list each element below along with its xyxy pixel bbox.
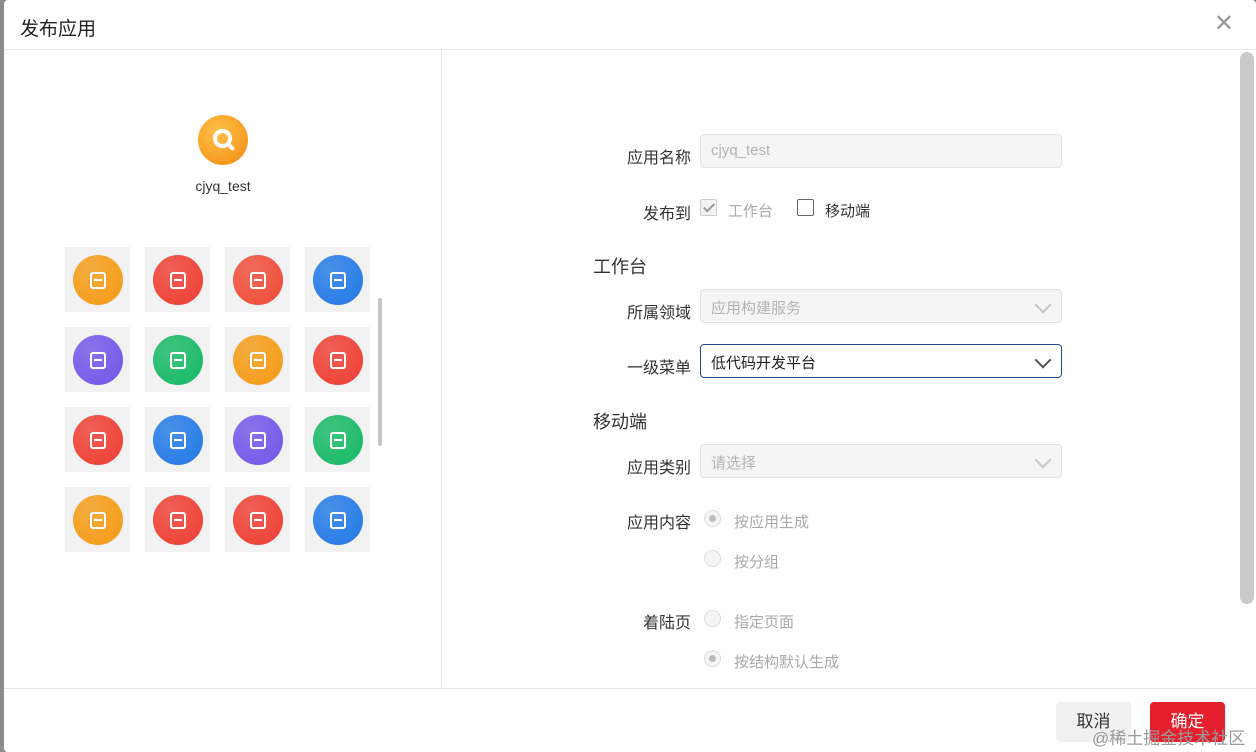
app-icon-option <box>233 255 283 305</box>
landing-option-page: 指定页面 <box>734 614 795 631</box>
app-icon-option <box>73 415 123 465</box>
app-icon-option <box>73 255 123 305</box>
document-icon <box>170 272 186 289</box>
document-icon <box>90 352 106 369</box>
icon-tile[interactable] <box>145 247 210 312</box>
app-icon-option <box>313 495 363 545</box>
content-radio-by-app[interactable] <box>704 510 721 527</box>
watermark: @稀土掘金技术社区 <box>1092 729 1246 748</box>
dialog-scrollbar[interactable] <box>1240 52 1254 604</box>
icon-tile[interactable] <box>305 327 370 392</box>
document-icon <box>250 352 266 369</box>
document-icon <box>330 512 346 529</box>
document-icon <box>250 512 266 529</box>
icon-tile[interactable] <box>225 247 290 312</box>
app-icon <box>198 115 248 165</box>
icon-panel: cjyq_test <box>4 50 442 688</box>
document-icon <box>170 432 186 449</box>
app-icon-option <box>313 255 363 305</box>
document-icon <box>250 272 266 289</box>
icon-tile[interactable] <box>65 247 130 312</box>
chevron-down-icon <box>1034 351 1052 369</box>
dialog-footer: 取消 确定 <box>4 688 1256 752</box>
icon-tile[interactable] <box>305 487 370 552</box>
form-panel: 应用名称 cjyq_test 发布到 工作台 移动端 工作台 所属领域 应用构建… <box>443 50 1238 688</box>
document-icon <box>170 352 186 369</box>
document-icon <box>170 512 186 529</box>
category-select[interactable]: 请选择 <box>700 444 1062 478</box>
document-icon <box>90 432 106 449</box>
content-option-by-group: 按分组 <box>734 554 780 571</box>
domain-select[interactable]: 应用构建服务 <box>700 289 1062 323</box>
app-icon-option <box>153 495 203 545</box>
menu-value: 低代码开发平台 <box>711 355 817 372</box>
publish-to-label: 发布到 <box>642 206 691 223</box>
mobile-option-label: 移动端 <box>825 203 871 220</box>
icon-tile[interactable] <box>65 487 130 552</box>
category-placeholder: 请选择 <box>711 455 757 472</box>
icon-tile[interactable] <box>225 407 290 472</box>
icon-grid-scrollbar[interactable] <box>378 298 382 446</box>
app-icon-option <box>233 495 283 545</box>
landing-label: 着陆页 <box>642 615 691 632</box>
icon-tile[interactable] <box>145 327 210 392</box>
close-icon[interactable]: ✕ <box>1214 12 1234 36</box>
menu-label: 一级菜单 <box>626 360 691 377</box>
content-option-by-app: 按应用生成 <box>734 514 810 531</box>
icon-tile[interactable] <box>145 407 210 472</box>
landing-option-default: 按结构默认生成 <box>734 654 840 671</box>
document-icon <box>330 352 346 369</box>
app-icon-option <box>233 335 283 385</box>
mobile-checkbox[interactable] <box>797 199 814 216</box>
search-glyph-tail <box>226 142 236 152</box>
content-radio-by-group[interactable] <box>704 550 721 567</box>
chevron-down-icon <box>1034 451 1052 469</box>
section-mobile: 移动端 <box>593 412 647 432</box>
app-icon-option <box>153 415 203 465</box>
landing-radio-default[interactable] <box>704 650 721 667</box>
dialog-header: 发布应用 ✕ <box>4 0 1256 50</box>
domain-label: 所属领域 <box>626 305 691 322</box>
app-icon-option <box>153 335 203 385</box>
dialog-title: 发布应用 <box>20 19 97 40</box>
workbench-checkbox[interactable] <box>700 199 717 216</box>
document-icon <box>330 432 346 449</box>
icon-grid <box>65 247 385 552</box>
section-workbench: 工作台 <box>593 257 647 277</box>
chevron-down-icon <box>1034 296 1052 314</box>
menu-select[interactable]: 低代码开发平台 <box>700 344 1062 378</box>
icon-tile[interactable] <box>225 327 290 392</box>
icon-tile[interactable] <box>305 247 370 312</box>
document-icon <box>330 272 346 289</box>
landing-radio-page[interactable] <box>704 610 721 627</box>
app-icon-option <box>313 335 363 385</box>
domain-value: 应用构建服务 <box>711 300 802 317</box>
icon-tile[interactable] <box>145 487 210 552</box>
workbench-option-label: 工作台 <box>728 203 774 220</box>
document-icon <box>250 432 266 449</box>
app-name: cjyq_test <box>195 178 251 194</box>
app-icon-option <box>73 335 123 385</box>
icon-tile[interactable] <box>305 407 370 472</box>
publish-dialog: 发布应用 ✕ cjyq_test 应用名称 cjyq_test 发布到 工作台 … <box>4 0 1256 752</box>
icon-tile[interactable] <box>225 487 290 552</box>
app-name-input[interactable]: cjyq_test <box>700 134 1062 168</box>
app-name-label: 应用名称 <box>626 150 691 167</box>
app-icon-option <box>313 415 363 465</box>
icon-tile[interactable] <box>65 327 130 392</box>
app-icon-option <box>233 415 283 465</box>
document-icon <box>90 512 106 529</box>
category-label: 应用类别 <box>626 460 691 477</box>
document-icon <box>90 272 106 289</box>
content-label: 应用内容 <box>626 515 691 532</box>
icon-tile[interactable] <box>65 407 130 472</box>
app-icon-option <box>153 255 203 305</box>
app-icon-option <box>73 495 123 545</box>
